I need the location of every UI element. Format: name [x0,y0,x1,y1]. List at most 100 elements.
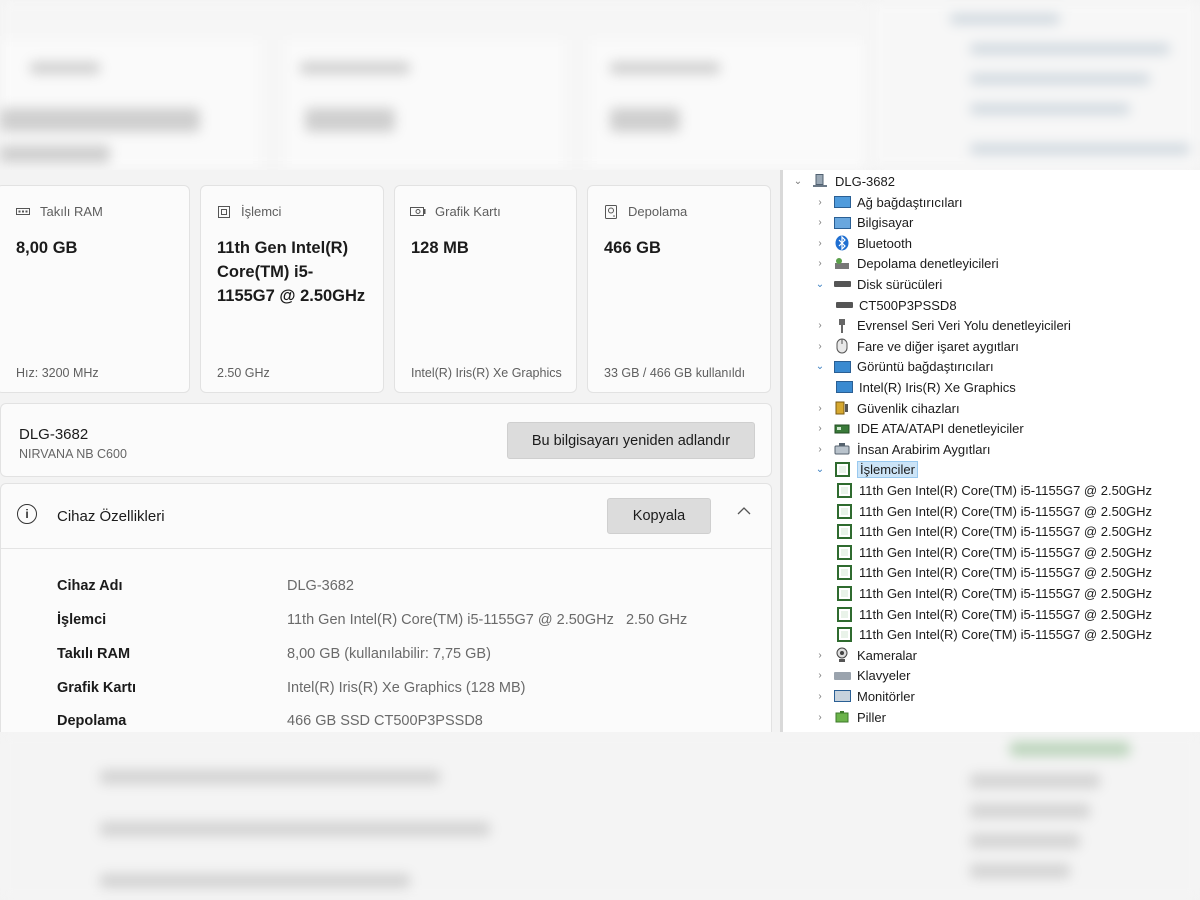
ram-icon [15,205,31,219]
rename-pc-button[interactable]: Bu bilgisayarı yeniden adlandır [507,422,755,459]
display-adapter-icon [835,379,853,395]
tree-label: Intel(R) Iris(R) Xe Graphics [859,379,1016,395]
copy-button[interactable]: Kopyala [607,498,711,534]
spec-value: DLG-3682 [287,578,354,594]
tree-category[interactable]: ⌄ İşlemciler [813,460,918,480]
tree-category[interactable]: › Bilgisayar [813,213,913,233]
chevron-right-icon[interactable]: › [813,403,827,414]
tree-device[interactable]: 11th Gen Intel(R) Core(TM) i5-1155G7 @ 2… [835,563,1152,583]
card-value: 466 GB [604,239,661,257]
tree-label: 11th Gen Intel(R) Core(TM) i5-1155G7 @ 2… [859,627,1153,643]
tree-label: Kameralar [857,647,917,663]
tree-label: 11th Gen Intel(R) Core(TM) i5-1155G7 @ 2… [859,585,1153,601]
card-label: Takılı RAM [40,204,103,219]
tree-label: 11th Gen Intel(R) Core(TM) i5-1155G7 @ 2… [859,565,1153,581]
tree-label: İnsan Arabirim Aygıtları [857,441,991,457]
chevron-up-icon[interactable] [735,502,753,520]
tree-label: Görüntü bağdaştırıcıları [857,359,994,375]
chevron-right-icon[interactable]: › [813,444,827,455]
chevron-down-icon[interactable]: ⌄ [791,176,805,187]
tree-category[interactable]: › Kameralar [813,645,917,665]
tree-category[interactable]: › Bluetooth [813,233,912,253]
tree-category[interactable]: › Piller [813,707,886,727]
tree-device[interactable]: 11th Gen Intel(R) Core(TM) i5-1155G7 @ 2… [835,542,1152,562]
network-adapter-icon [833,194,851,210]
tree-category[interactable]: › Fare ve diğer işaret aygıtları [813,336,1019,356]
card-processor: İşlemci 11th Gen Intel(R) Core(TM) i5-11… [200,185,384,393]
settings-about-panel: Takılı RAM 8,00 GB Hız: 3200 MHz İşlemci… [0,170,780,732]
chevron-right-icon[interactable]: › [813,650,827,661]
tree-root[interactable]: ⌄ DLG-3682 [791,171,895,191]
chevron-right-icon[interactable]: › [813,712,827,723]
tree-label: Ağ bağdaştırıcıları [857,194,963,210]
tree-category[interactable]: › Evrensel Seri Veri Yolu denetleyicileri [813,316,1071,336]
card-label: İşlemci [241,204,282,219]
processor-icon [833,462,851,478]
tree-label: 11th Gen Intel(R) Core(TM) i5-1155G7 @ 2… [859,503,1153,519]
divider [1,548,771,549]
card-value: 128 MB [411,239,469,257]
chevron-right-icon[interactable]: › [813,423,827,434]
spec-row-storage: Depolama 466 GB SSD CT500P3PSSD8 [57,713,757,732]
tree-category[interactable]: › Ağ bağdaştırıcıları [813,192,963,212]
tree-label: Klavyeler [857,668,911,684]
tree-category[interactable]: › Güvenlik cihazları [813,398,959,418]
tree-device[interactable]: 11th Gen Intel(R) Core(TM) i5-1155G7 @ 2… [835,480,1152,500]
tree-device[interactable]: 11th Gen Intel(R) Core(TM) i5-1155G7 @ 2… [835,583,1152,603]
computer-icon [833,215,851,231]
tree-device[interactable]: 11th Gen Intel(R) Core(TM) i5-1155G7 @ 2… [835,501,1152,521]
storage-controller-icon [833,256,851,272]
tree-category[interactable]: ⌄ Disk sürücüleri [813,274,942,294]
blurred-background-right [870,0,1200,170]
chevron-right-icon[interactable]: › [813,238,827,249]
tree-device[interactable]: CT500P3PSSD8 [835,295,957,315]
chevron-down-icon[interactable]: ⌄ [813,361,827,372]
tree-device[interactable]: 11th Gen Intel(R) Core(TM) i5-1155G7 @ 2… [835,625,1152,645]
chevron-right-icon[interactable]: › [813,217,827,228]
blurred-background-top [0,0,870,170]
blurred-background-bottom [0,732,1200,900]
tree-category[interactable]: › IDE ATA/ATAPI denetleyiciler [813,419,1023,439]
tree-device[interactable]: Intel(R) Iris(R) Xe Graphics [835,377,1016,397]
tree-label: Fare ve diğer işaret aygıtları [857,338,1019,354]
monitor-icon [833,688,851,704]
device-manager-tree: ⌄ DLG-3682 › Ağ bağdaştırıcıları › Bilgisay… [780,170,1200,732]
chevron-down-icon[interactable]: ⌄ [813,279,827,290]
processor-icon [216,205,232,219]
tree-device[interactable]: 11th Gen Intel(R) Core(TM) i5-1155G7 @ 2… [835,604,1152,624]
spec-row-ram: Takılı RAM 8,00 GB (kullanılabilir: 7,75… [57,646,757,666]
tree-category[interactable]: ⌄ Görüntü bağdaştırıcıları [813,357,994,377]
ide-controller-icon [833,421,851,437]
card-storage: Depolama 466 GB 33 GB / 466 GB kullanıld… [587,185,771,393]
chevron-right-icon[interactable]: › [813,197,827,208]
chevron-down-icon[interactable]: ⌄ [813,464,827,475]
mouse-icon [833,338,851,354]
spec-cards: Takılı RAM 8,00 GB Hız: 3200 MHz İşlemci… [0,185,780,395]
spec-key: Takılı RAM [57,646,131,662]
chevron-right-icon[interactable]: › [813,320,827,331]
tree-category[interactable]: › Monitörler [813,686,914,706]
card-footer: 2.50 GHz [217,366,270,380]
processor-icon [835,606,853,622]
tree-device[interactable]: 11th Gen Intel(R) Core(TM) i5-1155G7 @ 2… [835,522,1152,542]
info-icon: i [17,504,37,524]
camera-icon [833,647,851,663]
spec-value: Intel(R) Iris(R) Xe Graphics (128 MB) [287,680,526,696]
tree-label: 11th Gen Intel(R) Core(TM) i5-1155G7 @ 2… [859,482,1153,498]
chevron-right-icon[interactable]: › [813,258,827,269]
tree-label: Depolama denetleyicileri [857,256,999,272]
tree-label: 11th Gen Intel(R) Core(TM) i5-1155G7 @ 2… [859,544,1153,560]
card-graphics: Grafik Kartı 128 MB Intel(R) Iris(R) Xe … [394,185,577,393]
tree-category[interactable]: › İnsan Arabirim Aygıtları [813,439,990,459]
chevron-right-icon[interactable]: › [813,670,827,681]
tree-category[interactable]: › Depolama denetleyicileri [813,254,999,274]
spec-value: 466 GB SSD CT500P3PSSD8 [287,713,483,729]
chevron-right-icon[interactable]: › [813,341,827,352]
tree-category[interactable]: › Klavyeler [813,666,910,686]
disk-drive-icon [833,276,851,292]
tree-label: Evrensel Seri Veri Yolu denetleyicileri [857,318,1071,334]
card-value: 11th Gen Intel(R) Core(TM) i5-1155G7 @ 2… [217,239,366,305]
chevron-right-icon[interactable]: › [813,691,827,702]
card-installed-ram: Takılı RAM 8,00 GB Hız: 3200 MHz [0,185,190,393]
tree-label: Disk sürücüleri [857,276,943,292]
